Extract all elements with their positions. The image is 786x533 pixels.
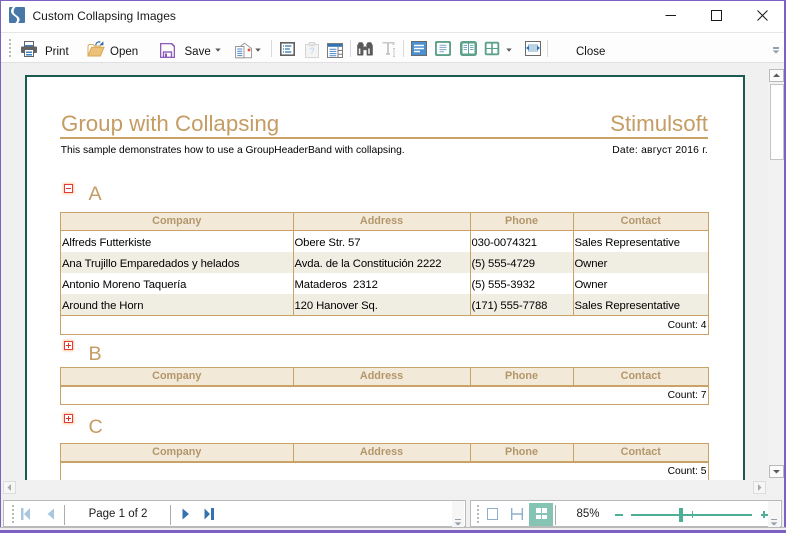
svg-text:?: ? — [309, 46, 314, 56]
